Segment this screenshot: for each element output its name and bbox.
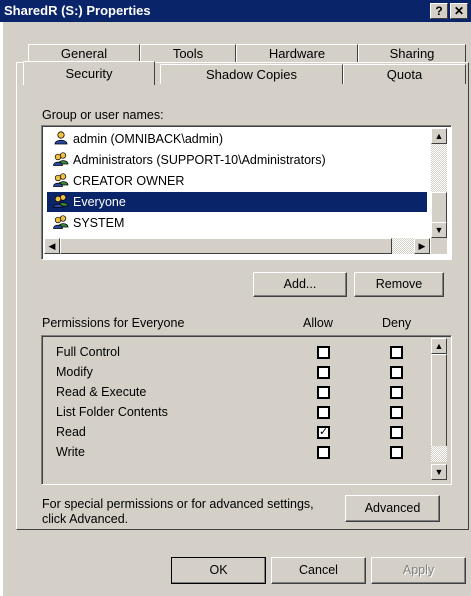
apply-button[interactable]: Apply — [371, 557, 466, 584]
tab-security[interactable]: Security — [23, 61, 155, 85]
hscroll-thumb[interactable] — [60, 238, 392, 254]
cancel-button[interactable]: Cancel — [271, 557, 366, 584]
allow-header: Allow — [303, 316, 333, 330]
permissions-list: Full Control Modify Read & Execute List Fol… — [41, 335, 452, 485]
permission-allow-checkbox[interactable]: ✓ — [317, 426, 330, 439]
close-button[interactable]: ✕ — [450, 3, 468, 19]
perm-scroll-track[interactable] — [431, 446, 447, 462]
apply-button-label: Apply — [402, 563, 435, 577]
permission-name: Read & Execute — [56, 385, 147, 399]
ok-button-label: OK — [209, 563, 228, 577]
arrow-down-icon: ▼ — [434, 225, 444, 235]
group-list-label: Group or user names: — [42, 108, 164, 122]
permission-deny-checkbox[interactable] — [390, 386, 403, 399]
permission-allow-checkbox[interactable] — [317, 366, 330, 379]
list-item-label: SYSTEM — [73, 216, 125, 230]
help-button[interactable]: ? — [430, 3, 448, 19]
list-item[interactable]: Administrators (SUPPORT-10\Administrator… — [47, 150, 427, 170]
scroll-left-button[interactable]: ◀ — [44, 238, 60, 254]
advanced-note-line2: click Advanced. — [42, 512, 129, 526]
permission-name: Modify — [56, 365, 93, 379]
permission-name: Write — [56, 445, 85, 459]
permission-name: List Folder Contents — [56, 405, 168, 419]
group-icon — [53, 215, 69, 229]
list-item-label: Everyone — [73, 195, 126, 209]
perm-scroll-up-button[interactable]: ▲ — [431, 338, 447, 354]
permission-name: Full Control — [56, 345, 120, 359]
remove-button[interactable]: Remove — [354, 272, 444, 297]
deny-header: Deny — [382, 316, 412, 330]
group-icon — [53, 194, 69, 208]
advanced-button[interactable]: Advanced — [345, 495, 440, 522]
tab-label: Shadow Copies — [205, 67, 298, 82]
list-item-label: Administrators (SUPPORT-10\Administrator… — [73, 153, 326, 167]
arrow-up-icon: ▲ — [434, 131, 444, 141]
scroll-down-button[interactable]: ▼ — [431, 222, 447, 238]
arrow-down-icon: ▼ — [434, 467, 444, 477]
permission-allow-checkbox[interactable] — [317, 446, 330, 459]
group-icon — [53, 173, 69, 187]
arrow-up-icon: ▲ — [434, 341, 444, 351]
tab-sharing[interactable]: Sharing — [358, 44, 466, 64]
permission-allow-checkbox[interactable] — [317, 346, 330, 359]
tab-label: Hardware — [268, 46, 326, 61]
ok-button[interactable]: OK — [171, 557, 266, 584]
tab-label: Sharing — [389, 46, 435, 61]
tab-label: Tools — [172, 46, 204, 61]
group-user-list[interactable]: admin (OMNIBACK\admin) Administrators (SU… — [41, 125, 452, 260]
list-item-label: CREATOR OWNER — [73, 174, 185, 188]
tab-quota[interactable]: Quota — [343, 64, 466, 84]
list-item[interactable]: admin (OMNIBACK\admin) — [47, 129, 427, 149]
user-icon — [53, 131, 69, 145]
advanced-button-label: Advanced — [364, 501, 421, 515]
add-button[interactable]: Add... — [253, 272, 347, 297]
scroll-up-button[interactable]: ▲ — [431, 128, 447, 144]
permission-allow-checkbox[interactable] — [317, 406, 330, 419]
tab-label: Quota — [386, 67, 423, 82]
cancel-button-label: Cancel — [299, 563, 338, 577]
tab-shadow-copies[interactable]: Shadow Copies — [160, 64, 343, 84]
window-title: SharedR (S:) Properties — [4, 3, 151, 18]
arrow-left-icon: ◀ — [48, 241, 56, 251]
window-left-border — [0, 22, 3, 596]
perm-scroll-down-button[interactable]: ▼ — [431, 464, 447, 480]
help-icon: ? — [435, 4, 443, 18]
list-item[interactable]: SYSTEM — [47, 213, 427, 233]
tab-label: General — [60, 46, 108, 61]
advanced-note-line1: For special permissions or for advanced … — [42, 497, 314, 511]
tab-label: Security — [65, 66, 113, 81]
permission-allow-checkbox[interactable] — [317, 386, 330, 399]
permissions-label: Permissions for Everyone — [42, 316, 185, 330]
remove-button-label: Remove — [375, 277, 423, 291]
close-icon: ✕ — [453, 4, 465, 18]
add-button-label: Add... — [283, 277, 317, 291]
group-icon — [53, 152, 69, 166]
tab-hardware[interactable]: Hardware — [236, 44, 358, 64]
permission-name: Read — [56, 425, 86, 439]
permission-deny-checkbox[interactable] — [390, 426, 403, 439]
permission-deny-checkbox[interactable] — [390, 346, 403, 359]
scroll-right-button[interactable]: ▶ — [414, 238, 430, 254]
scroll-track-top[interactable] — [431, 144, 447, 192]
permission-deny-checkbox[interactable] — [390, 406, 403, 419]
list-item-label: admin (OMNIBACK\admin) — [73, 132, 224, 146]
permission-deny-checkbox[interactable] — [390, 446, 403, 459]
list-item[interactable]: Everyone — [47, 192, 427, 212]
list-item[interactable]: CREATOR OWNER — [47, 171, 427, 191]
scroll-corner — [431, 238, 447, 254]
title-bar[interactable]: SharedR (S:) Properties ? ✕ — [0, 0, 471, 22]
hscroll-track[interactable] — [392, 238, 414, 254]
arrow-right-icon: ▶ — [418, 241, 426, 251]
permission-deny-checkbox[interactable] — [390, 366, 403, 379]
